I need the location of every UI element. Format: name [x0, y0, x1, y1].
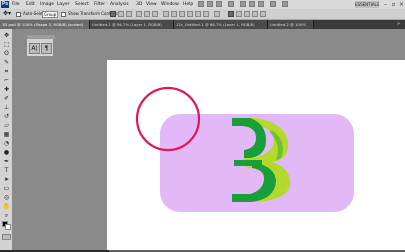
history-brush-tool-icon[interactable]: ↺ [2, 113, 11, 120]
artwork-layer [135, 86, 354, 212]
eraser-tool-icon[interactable]: ▱ [2, 122, 11, 129]
hand-tool-icon[interactable]: ✋ [2, 203, 11, 210]
type-tool-icon[interactable]: T [2, 167, 11, 174]
gradient-tool-icon[interactable]: ▦ [2, 131, 11, 138]
clone-stamp-tool-icon[interactable]: ⊥ [2, 104, 11, 111]
healing-tool-icon[interactable]: ✚ [2, 86, 11, 93]
move-tool-icon[interactable]: ✥ [2, 32, 11, 39]
brush-tool-icon[interactable]: ✐ [2, 95, 11, 102]
3d-rotate-tool-icon[interactable]: ◎ [2, 194, 11, 201]
tools-panel: ✥ ⬚ ʘ ✎ ⌗ ⌐ ✚ ✐ ⊥ ↺ ▱ ▦ ◔ ● ✒ T ➤ ▭ ◎ ✋ … [0, 29, 13, 250]
pen-tool-icon[interactable]: ✒ [2, 158, 11, 165]
lasso-tool-icon[interactable]: ʘ [2, 50, 11, 57]
marquee-tool-icon[interactable]: ⬚ [2, 41, 11, 48]
paragraph-panel-button[interactable]: ¶ [41, 43, 52, 54]
quick-select-tool-icon[interactable]: ✎ [2, 59, 11, 66]
blur-tool-icon[interactable]: ◔ [2, 140, 11, 147]
background-color-swatch[interactable] [5, 224, 11, 230]
panel-grip[interactable] [27, 35, 55, 39]
character-panel: A| ¶ [26, 34, 55, 57]
path-select-tool-icon[interactable]: ➤ [2, 176, 11, 183]
quick-mask-icon[interactable] [2, 234, 11, 240]
eyedropper-tool-icon[interactable]: ⌐ [2, 77, 11, 84]
zoom-tool-icon[interactable]: ⌕ [2, 212, 11, 219]
crop-tool-icon[interactable]: ⌗ [2, 68, 11, 75]
character-panel-button[interactable]: A| [29, 43, 40, 54]
dodge-tool-icon[interactable]: ● [2, 149, 11, 156]
shape-tool-icon[interactable]: ▭ [2, 185, 11, 192]
